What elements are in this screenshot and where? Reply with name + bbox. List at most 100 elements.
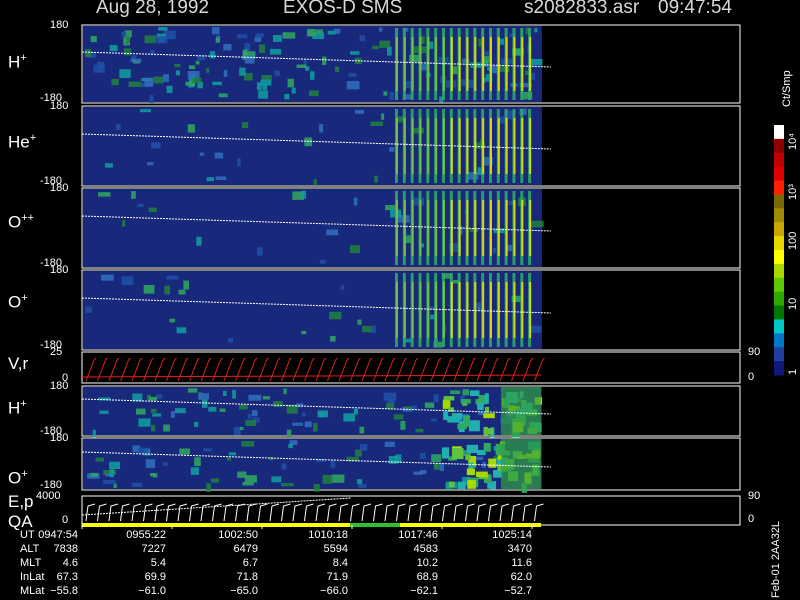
spectrogram-cell bbox=[135, 408, 146, 415]
spectrogram-cell bbox=[350, 51, 360, 55]
spectrogram-cell bbox=[296, 64, 307, 69]
right-tick-max: 90 bbox=[748, 346, 761, 358]
spectrogram-cell bbox=[271, 476, 282, 483]
spectrogram-cell bbox=[268, 457, 274, 461]
spectrogram-cell bbox=[370, 121, 384, 126]
spectrogram-cell bbox=[208, 406, 217, 412]
spectrogram-stripe-core bbox=[521, 37, 524, 91]
spectrogram-cell bbox=[308, 90, 319, 97]
spectrogram-cell bbox=[126, 36, 130, 44]
spectrogram-cell bbox=[144, 77, 154, 87]
spectrogram-stripe-core bbox=[497, 200, 500, 256]
footer-id: Feb-01 2AA32L bbox=[770, 520, 782, 598]
spectrogram-cell bbox=[206, 483, 211, 493]
spectrogram-cell bbox=[99, 410, 109, 414]
spectrogram-stripe-core bbox=[489, 282, 492, 338]
spectrogram-cell bbox=[116, 123, 121, 131]
y-tick-max: 25 bbox=[50, 346, 63, 358]
spectrogram-cell bbox=[195, 60, 200, 65]
spectrogram-cell bbox=[199, 152, 205, 156]
spectrogram-cell bbox=[322, 56, 327, 65]
spectrogram-cell bbox=[212, 81, 222, 86]
right-tick-max: 90 bbox=[748, 490, 761, 502]
spectrogram-cell bbox=[198, 393, 209, 400]
spectrogram-cell bbox=[393, 414, 404, 420]
spectrogram-cell bbox=[492, 247, 497, 254]
spectrogram-cell bbox=[357, 319, 362, 325]
colorbar-label: 1 bbox=[787, 368, 799, 375]
spectrogram-cell bbox=[358, 483, 367, 488]
spectrogram-cell bbox=[322, 474, 333, 484]
spectrogram-cell bbox=[304, 137, 313, 147]
spectrogram-cell bbox=[131, 482, 143, 487]
spectrogram-cell bbox=[190, 467, 200, 475]
spectrogram-cell bbox=[431, 454, 442, 463]
panel-label-sup: + bbox=[21, 468, 28, 480]
spectrogram-cell bbox=[483, 426, 488, 436]
spectrogram-stripe-core bbox=[489, 37, 492, 91]
spectrogram-cell bbox=[251, 410, 258, 417]
spectrogram-cell bbox=[156, 36, 168, 44]
spectrogram-cell bbox=[273, 401, 283, 408]
spectrogram-cell bbox=[255, 33, 264, 38]
spectrogram-cell bbox=[153, 76, 164, 84]
colorbar-step bbox=[774, 125, 784, 140]
spectrogram-stripe-core bbox=[505, 118, 508, 174]
spectrogram-cell bbox=[331, 474, 345, 483]
spectrogram-cell bbox=[92, 429, 96, 438]
table-cell: 8.4 bbox=[332, 557, 348, 569]
spectrogram-cell bbox=[433, 463, 441, 470]
spectrogram-stripe-core bbox=[529, 37, 532, 91]
spectrogram-stripe-core bbox=[403, 118, 406, 174]
spectrogram-cell bbox=[194, 457, 201, 467]
panel-label-text: V,r bbox=[8, 354, 29, 373]
table-cell: 5594 bbox=[323, 543, 348, 555]
spectrogram-cell bbox=[206, 68, 210, 73]
spectrogram-cell bbox=[362, 325, 372, 333]
table-cell: 3470 bbox=[507, 543, 532, 555]
spectrogram-cell bbox=[151, 424, 156, 432]
spectrogram-cell bbox=[90, 36, 97, 43]
table-row: MLT 4.6 5.4 6.7 8.4 10.2 11.6 bbox=[0, 557, 560, 571]
spectrogram-cell bbox=[137, 203, 144, 208]
spectrogram-cell bbox=[327, 30, 336, 35]
spectrogram-cell bbox=[487, 428, 494, 435]
spectrogram-cell bbox=[119, 69, 131, 78]
spectrogram-cell bbox=[222, 390, 227, 397]
spectrogram-cell bbox=[102, 480, 116, 484]
spectrogram-cell bbox=[313, 483, 320, 492]
spectrogram-cell bbox=[196, 236, 202, 246]
spectrogram-cell bbox=[179, 448, 191, 455]
spectrogram-cell bbox=[467, 480, 476, 489]
spectrogram-cell bbox=[319, 260, 326, 264]
table-row: UT 0947:54 0955:22 1002:50 1010:18 1017:46 102… bbox=[0, 529, 560, 543]
spectrogram-cell bbox=[258, 90, 269, 99]
spectrogram-cell bbox=[379, 40, 391, 48]
spectrogram-cell bbox=[354, 110, 365, 114]
qa-bar-segment bbox=[350, 523, 400, 527]
spectrogram-cell bbox=[85, 306, 93, 313]
y-tick-max: 180 bbox=[50, 100, 69, 112]
panel-label-sup: ++ bbox=[21, 212, 35, 224]
table-cell: −61.0 bbox=[138, 585, 166, 597]
table-cell: 0955:22 bbox=[126, 529, 166, 541]
spectrogram-cell bbox=[304, 421, 312, 428]
spectrogram-cell bbox=[386, 46, 392, 56]
spectrogram-cell bbox=[192, 77, 202, 83]
spectrogram-cell bbox=[95, 457, 104, 462]
table-cell: 1017:46 bbox=[398, 529, 438, 541]
spectrogram-cell bbox=[166, 275, 179, 280]
spectrogram-cell bbox=[465, 454, 471, 461]
spectrogram-stripe-core bbox=[396, 37, 398, 91]
spectrogram-cell bbox=[313, 422, 318, 432]
spectrogram-cell bbox=[292, 422, 304, 426]
qa-bar bbox=[82, 523, 541, 527]
spectrogram-stripe-core bbox=[427, 282, 430, 338]
spectrogram-stripe-core bbox=[482, 118, 485, 174]
spectrogram-cell bbox=[385, 402, 395, 410]
spectrogram-cell bbox=[530, 73, 536, 81]
spectrogram-cell bbox=[387, 398, 395, 404]
y-tick-max: 4000 bbox=[36, 490, 61, 502]
spectrogram-cell bbox=[149, 396, 158, 401]
colorbar-step bbox=[774, 152, 784, 168]
